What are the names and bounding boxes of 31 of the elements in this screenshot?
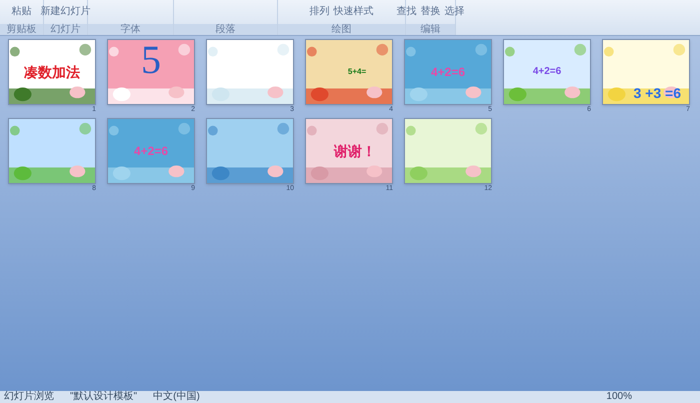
slide-thumbnail[interactable]: 5+4= (305, 39, 393, 105)
status-theme: "默认设计模板" (70, 391, 138, 403)
slide-text: 4+2=6 (430, 66, 466, 78)
ribbon-button[interactable]: 选择 (444, 7, 464, 17)
slide-text: 4+2=6 (134, 145, 168, 157)
slide-text: 3 +3 =6 (634, 86, 681, 100)
group-label: 剪贴板 (0, 24, 43, 35)
group-label: 绘图 (278, 24, 405, 35)
ribbon-button[interactable]: 新建幻灯片 (40, 7, 90, 17)
ribbon-button[interactable]: 替换 (420, 7, 440, 17)
ribbon-button[interactable]: 粘贴 (12, 7, 32, 17)
ribbon-button[interactable]: 快速样式 (334, 7, 374, 17)
status-language: 中文(中国) (153, 391, 200, 403)
slide-thumbnail[interactable]: 3 +3 =6 (602, 39, 690, 105)
slide-thumbnail[interactable]: 谢谢！ (305, 118, 393, 184)
slide-text: 4+2=6 (532, 67, 562, 77)
status-view: 幻灯片浏览 (4, 391, 54, 403)
ribbon-button[interactable]: 查找 (396, 7, 416, 17)
zoom-level: 100% (606, 391, 632, 403)
slide-text: 5 (141, 40, 161, 80)
group-label: 编辑 (406, 24, 455, 35)
group-label: 段落 (174, 24, 277, 35)
ribbon-button[interactable]: 排列 (310, 7, 330, 17)
slide-text: 谢谢！ (334, 144, 376, 158)
slide-thumbnail[interactable]: 5 (107, 39, 195, 105)
group-label: 字体 (88, 24, 173, 35)
slide-text: 5+4= (348, 68, 366, 76)
slide-text: 凑数加法 (24, 65, 80, 79)
slide-thumbnail[interactable]: 凑数加法 (8, 39, 96, 105)
group-label: 幻灯片 (44, 24, 87, 35)
slide-thumbnail[interactable]: 4+2=6 (503, 39, 591, 105)
